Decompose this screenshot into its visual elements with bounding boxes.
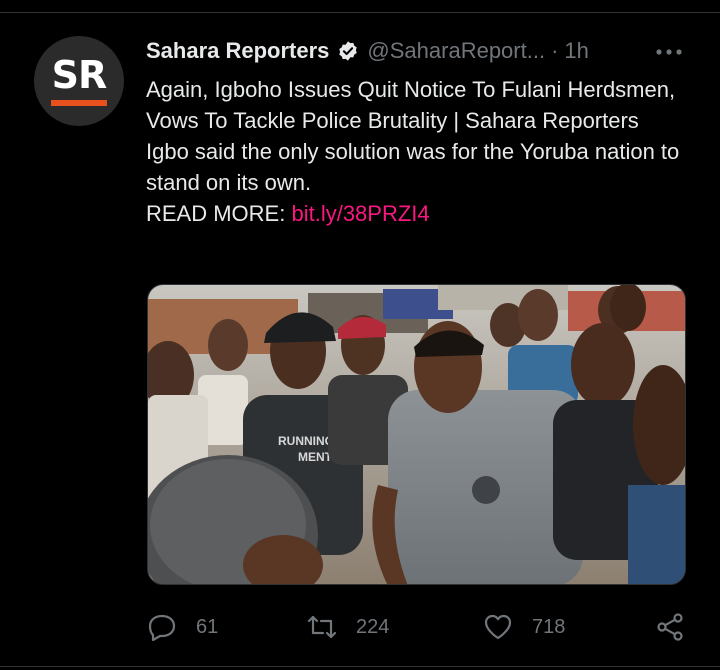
read-more-label: READ MORE: bbox=[146, 201, 292, 226]
like-count: 718 bbox=[532, 615, 566, 638]
read-more-line: READ MORE: bit.ly/38PRZI4 bbox=[146, 198, 691, 229]
like-action[interactable]: 718 bbox=[482, 607, 565, 647]
retweet-action[interactable]: 224 bbox=[306, 607, 389, 647]
tweet-header: Sahara Reporters @SaharaReport... · 1h bbox=[146, 36, 589, 66]
tweet-timestamp[interactable]: 1h bbox=[564, 38, 588, 64]
reply-count: 61 bbox=[196, 615, 219, 638]
tweet-actions: 61 224 718 bbox=[146, 607, 691, 647]
heart-icon[interactable] bbox=[482, 611, 514, 643]
reply-action[interactable]: 61 bbox=[146, 607, 218, 647]
author-handle[interactable]: @SaharaReport... bbox=[367, 38, 545, 64]
article-link[interactable]: bit.ly/38PRZI4 bbox=[291, 201, 429, 226]
bottom-divider bbox=[0, 666, 720, 667]
tweet-body: Igbo said the only solution was for the … bbox=[146, 139, 680, 195]
avatar[interactable]: SR bbox=[34, 36, 124, 126]
author-name[interactable]: Sahara Reporters bbox=[146, 38, 329, 64]
retweet-count: 224 bbox=[356, 615, 390, 638]
header-separator: · bbox=[551, 38, 559, 63]
avatar-logo-text: SR bbox=[51, 53, 108, 97]
tweet-headline: Again, Igboho Issues Quit Notice To Fula… bbox=[146, 77, 676, 133]
share-icon[interactable] bbox=[654, 611, 686, 643]
tweet-image[interactable]: RUNNINGS MENT bbox=[147, 284, 686, 585]
retweet-icon[interactable] bbox=[306, 611, 338, 643]
avatar-logo-bar bbox=[51, 100, 107, 106]
shirt-text-2: MENT bbox=[298, 450, 333, 464]
verified-badge-icon bbox=[339, 41, 358, 61]
share-action[interactable] bbox=[654, 607, 686, 647]
tweet-text: Again, Igboho Issues Quit Notice To Fula… bbox=[146, 74, 691, 229]
tweet-photo-illustration: RUNNINGS MENT bbox=[148, 285, 685, 584]
top-divider bbox=[0, 0, 720, 13]
reply-icon[interactable] bbox=[146, 611, 178, 643]
more-options-icon[interactable] bbox=[652, 42, 686, 62]
